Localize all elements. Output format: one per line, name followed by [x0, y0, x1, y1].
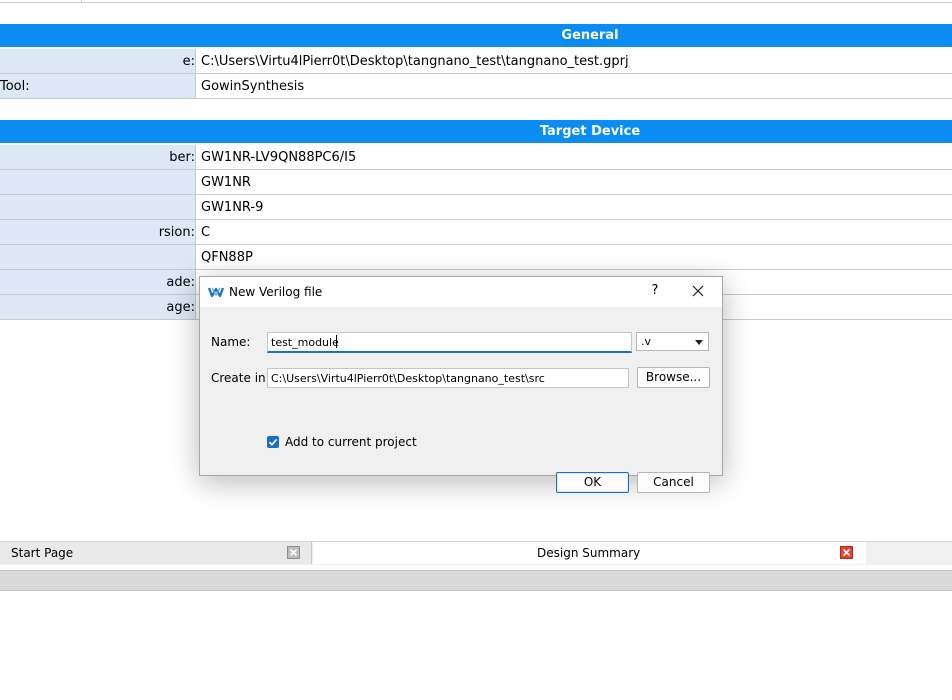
row-label: e:: [182, 54, 195, 69]
chevron-down-icon: [695, 340, 703, 345]
tab-close-icon[interactable]: [287, 546, 300, 559]
row-value: C: [201, 225, 211, 240]
row-label: Tool:: [0, 79, 30, 94]
row-label-cell: age:: [0, 295, 196, 319]
dialog-title-bar[interactable]: New Verilog file ?: [200, 277, 722, 307]
row-label-cell: e:: [0, 49, 196, 73]
new-verilog-file-dialog: New Verilog file ? Name: .v Create in: B…: [199, 276, 723, 493]
summary-row-device-version: rsion: C: [0, 220, 952, 245]
text-caret: [336, 335, 337, 348]
top-strip-divider: [81, 0, 82, 2]
close-icon[interactable]: [690, 283, 706, 299]
row-label: ade:: [166, 275, 195, 290]
browse-button[interactable]: Browse...: [637, 367, 710, 388]
create-in-label: Create in:: [211, 371, 270, 385]
section-header-title: Target Device: [539, 124, 641, 139]
gowin-logo-icon: [208, 287, 224, 298]
row-label-cell: ber:: [0, 145, 196, 169]
row-label: age:: [166, 300, 195, 315]
summary-row-synthesis-tool: Tool: GowinSynthesis: [0, 74, 952, 99]
create-in-path-input[interactable]: [267, 368, 629, 388]
ok-button[interactable]: OK: [556, 472, 629, 493]
add-to-project-checkbox[interactable]: [267, 436, 279, 448]
add-to-project-label[interactable]: Add to current project: [285, 435, 417, 449]
file-name-input[interactable]: [267, 332, 632, 353]
section-header-target-device: Target Device: [0, 120, 952, 143]
row-label-cell: [0, 245, 196, 269]
row-label: ber:: [169, 150, 195, 165]
status-bar: [0, 570, 952, 591]
row-label-cell: [0, 195, 196, 219]
section-header-general: General: [0, 24, 952, 47]
row-label-cell: rsion:: [0, 220, 196, 244]
summary-row-series: GW1NR: [0, 170, 952, 195]
row-label: rsion:: [158, 225, 195, 240]
tab-design-summary[interactable]: Design Summary: [313, 542, 866, 564]
dialog-title: New Verilog file: [229, 285, 323, 299]
summary-row-part-number: ber: GW1NR-LV9QN88PC6/I5: [0, 145, 952, 170]
tab-close-icon[interactable]: [840, 546, 853, 559]
tab-start-page[interactable]: Start Page: [0, 542, 312, 564]
row-value: C:\Users\Virtu4lPierr0t\Desktop\tangnano…: [201, 54, 629, 69]
tab-label: Design Summary: [537, 546, 641, 560]
document-tab-bar: Start Page Design Summary: [0, 541, 952, 565]
summary-row-device: GW1NR-9: [0, 195, 952, 220]
extension-select[interactable]: .v: [636, 332, 709, 351]
row-value: GW1NR: [201, 175, 251, 190]
summary-row-project-file: e: C:\Users\Virtu4lPierr0t\Desktop\tangn…: [0, 49, 952, 74]
extension-select-value: .v: [641, 335, 652, 348]
name-label: Name:: [211, 335, 251, 349]
checkmark-icon: [268, 438, 278, 446]
tab-label: Start Page: [11, 546, 74, 560]
top-strip: [0, 0, 952, 3]
dialog-body: Name: .v Create in: Browse... Add to cur…: [200, 307, 722, 493]
row-value: GW1NR-LV9QN88PC6/I5: [201, 150, 357, 165]
row-value: GowinSynthesis: [201, 79, 305, 94]
section-header-title: General: [561, 28, 619, 43]
row-value: QFN88P: [201, 250, 253, 265]
row-value: GW1NR-9: [201, 200, 264, 215]
row-label-cell: Tool:: [0, 74, 196, 98]
cancel-button[interactable]: Cancel: [637, 472, 710, 493]
help-button[interactable]: ?: [648, 283, 662, 299]
row-label-cell: [0, 170, 196, 194]
summary-row-package: QFN88P: [0, 245, 952, 270]
row-label-cell: ade:: [0, 270, 196, 294]
